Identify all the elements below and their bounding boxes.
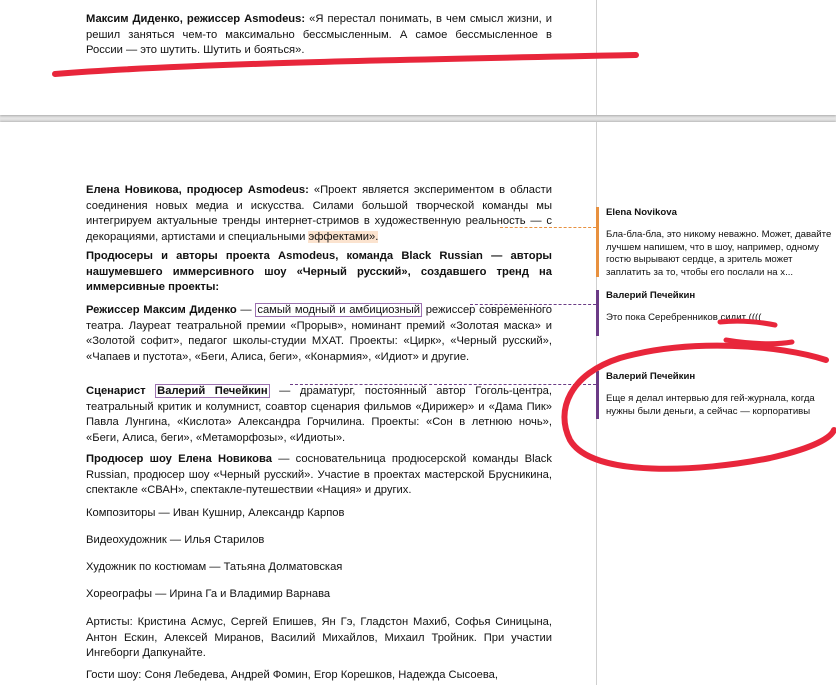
credits-composers[interactable]: Композиторы — Иван Кушнир, Александр Кар… (86, 506, 552, 522)
director-paragraph[interactable]: Режиссер Максим Диденко — самый модный и… (86, 303, 552, 365)
role-label: Режиссер Максим Диденко (86, 304, 237, 316)
speaker-label: Максим Диденко, режиссер Asmodeus: (86, 13, 306, 25)
comment-margin-divider (596, 0, 597, 115)
comment-card[interactable]: Валерий Печейкин Еще я делал интервью дл… (596, 371, 836, 419)
comment-author: Валерий Печейкин (606, 290, 696, 301)
comment-connector-orange (500, 227, 596, 228)
comment-text: Это пока Серебренников сидит (((( (606, 312, 762, 324)
writer-paragraph[interactable]: Сценарист Валерий Печейкин — драматург, … (86, 384, 552, 446)
commented-text-orange[interactable]: эффектами». (308, 230, 379, 243)
comment-text: Бла-бла-бла, это никому неважно. Может, … (606, 229, 832, 278)
credits-video[interactable]: Видеохудожник — Илья Старилов (86, 533, 552, 549)
comment-author: Валерий Печейкин (606, 371, 696, 382)
document-page-1: Максим Диденко, режиссер Asmodeus: «Я пе… (0, 0, 836, 115)
commented-text-purple[interactable]: самый модный и амбициозный (255, 303, 422, 317)
producers-heading[interactable]: Продюсеры и авторы проекта Asmodeus, ком… (86, 249, 552, 296)
dash: — (236, 304, 256, 316)
heading-text: Продюсеры и авторы проекта Asmodeus, ком… (86, 250, 552, 294)
comment-card[interactable]: Валерий Печейкин Это пока Серебренников … (596, 290, 836, 336)
comment-connector-purple (290, 384, 596, 385)
comment-card[interactable]: Elena Novikova Бла-бла-бла, это никому н… (596, 207, 836, 278)
credits-choreographers[interactable]: Хореографы — Ирина Га и Владимир Варнава (86, 587, 552, 603)
commented-name-purple[interactable]: Валерий Печейкин (155, 384, 270, 398)
role-label: Продюсер шоу Елена Новикова (86, 453, 272, 465)
credits-artists[interactable]: Артисты: Кристина Асмус, Сергей Епишев, … (86, 615, 552, 662)
speaker-label: Елена Новикова, продюсер Asmodeus: (86, 184, 309, 196)
credits-guests[interactable]: Гости шоу: Соня Лебедева, Андрей Фомин, … (86, 668, 552, 684)
comment-author: Elena Novikova (606, 207, 677, 218)
role-label: Сценарист (86, 385, 156, 397)
producer-paragraph[interactable]: Продюсер шоу Елена Новикова — сосновател… (86, 452, 552, 499)
credits-costumes[interactable]: Художник по костюмам — Татьяна Долматовс… (86, 560, 552, 576)
comment-text: Еще я делал интервью для гей-журнала, ко… (606, 393, 815, 417)
comment-connector-purple (470, 304, 596, 305)
quote-paragraph-didenko[interactable]: Максим Диденко, режиссер Asmodeus: «Я пе… (86, 12, 552, 59)
document-page-2: Елена Новикова, продюсер Asmodeus: «Прое… (0, 122, 836, 685)
quote-paragraph-novikova[interactable]: Елена Новикова, продюсер Asmodeus: «Прое… (86, 183, 552, 245)
